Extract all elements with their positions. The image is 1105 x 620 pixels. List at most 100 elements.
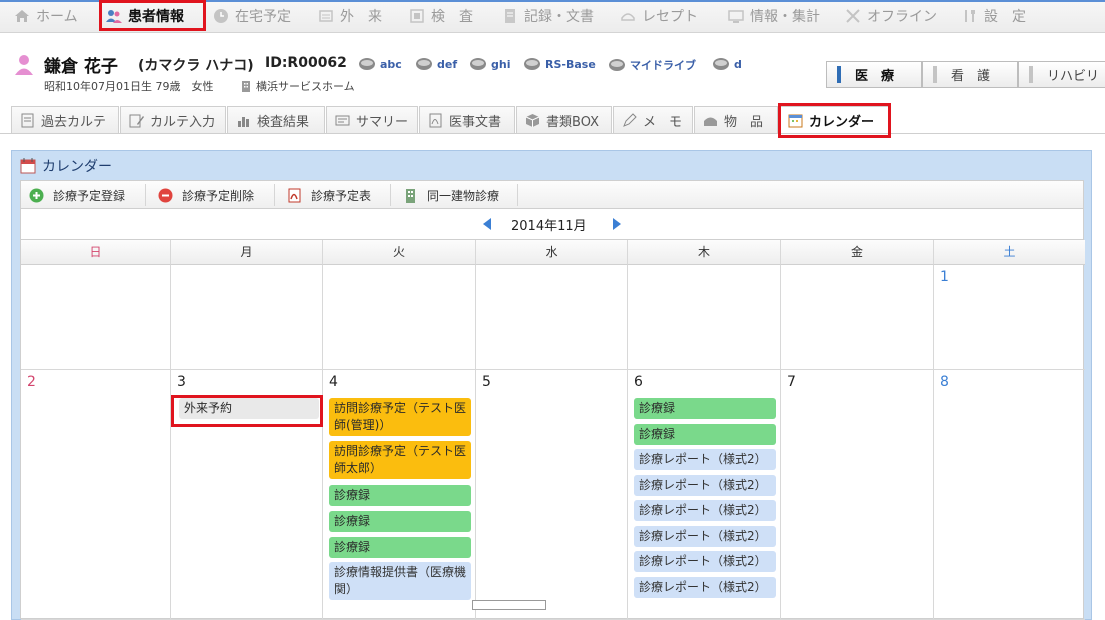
event-visit-schedule[interactable]: 訪問診療予定（テスト医師太郎）	[329, 441, 471, 479]
highlight-calendar-tab	[778, 103, 891, 138]
day-cell[interactable]: 4 訪問診療予定（テスト医師(管理)） 訪問診療予定（テスト医師太郎） 診療録 …	[323, 370, 476, 620]
event-medical-report[interactable]: 診療レポート（様式2）	[634, 449, 776, 470]
event-medical-report[interactable]: 診療レポート（様式2）	[634, 551, 776, 572]
event-medical-record[interactable]: 診療録	[329, 511, 471, 532]
nav-home-label: ホーム	[36, 9, 78, 25]
tag-my-drive[interactable]: マイドライブ	[608, 57, 696, 73]
building-icon	[406, 188, 415, 203]
tab-medical-docs[interactable]: 医事文書	[419, 106, 515, 133]
bar-chart-icon	[238, 116, 249, 127]
dept-rehab[interactable]: リハビリ	[1018, 61, 1105, 88]
delete-schedule-button[interactable]: 診療予定削除	[158, 181, 254, 209]
event-medical-report[interactable]: 診療レポート（様式2）	[634, 577, 776, 598]
day-cell[interactable]	[21, 265, 171, 370]
weekday-fri: 金	[781, 240, 934, 265]
prev-month-button[interactable]	[483, 218, 491, 230]
tag-label: def	[437, 57, 458, 71]
weekday-tue: 火	[323, 240, 476, 265]
tag-label: RS-Base	[545, 57, 596, 71]
nav-offline[interactable]: オフライン	[845, 5, 937, 27]
tab-chart-input[interactable]: カルテ入力	[120, 106, 226, 133]
tag-label: d	[734, 57, 742, 71]
tab-summary[interactable]: サマリー	[326, 106, 418, 133]
dept-nursing[interactable]: 看 護	[922, 61, 1018, 88]
day-cell[interactable]: 5	[476, 370, 628, 620]
box-icon	[525, 113, 540, 127]
building-icon	[242, 81, 250, 92]
tag-rs-base[interactable]: RS-Base	[523, 57, 596, 71]
tab-past-chart[interactable]: 過去カルテ	[11, 106, 119, 133]
day-number: 5	[482, 374, 491, 390]
nav-test[interactable]: 検 査	[409, 5, 473, 27]
tag-abc[interactable]: abc	[358, 57, 402, 71]
toolbar-divider	[274, 184, 275, 206]
day-cell[interactable]: 7	[781, 370, 934, 620]
tab-doc-box[interactable]: 書類BOX	[516, 106, 612, 133]
day-cell[interactable]: 1	[934, 265, 1085, 370]
patient-kana: (カマクラ ハナコ)	[138, 58, 254, 74]
highlight-outpatient-event	[171, 395, 323, 427]
clock-icon	[214, 9, 228, 23]
event-medical-record[interactable]: 診療録	[634, 424, 776, 445]
day-cell[interactable]	[781, 265, 934, 370]
calendar-toolbar: 診療予定登録 診療予定削除 診療予定表 同一建物診療	[20, 180, 1084, 209]
event-medical-report[interactable]: 診療レポート（様式2）	[634, 475, 776, 496]
nav-receipt-label: レセプト	[642, 9, 698, 25]
nav-records[interactable]: 記録・文書	[502, 5, 594, 27]
nav-info-stats-label: 情報・集計	[750, 9, 820, 25]
patient-name: 鎌倉 花子	[44, 57, 118, 77]
day-cell[interactable]: 6 診療録 診療録 診療レポート（様式2） 診療レポート（様式2） 診療レポート…	[628, 370, 781, 620]
tag-def[interactable]: def	[415, 57, 457, 71]
same-building-button[interactable]: 同一建物診療	[403, 181, 499, 209]
tag-label: ghi	[491, 57, 511, 71]
tag-ghi[interactable]: ghi	[469, 57, 510, 71]
day-number: 1	[940, 269, 949, 285]
tab-label: カルテ入力	[150, 114, 216, 130]
next-month-button[interactable]	[613, 218, 621, 230]
nav-home-visit-label: 在宅予定	[235, 9, 291, 25]
nav-outpatient-label: 外 来	[340, 9, 382, 25]
dept-medical[interactable]: 医 療	[826, 61, 922, 88]
patient-avatar-icon	[15, 55, 33, 75]
day-cell[interactable]	[171, 265, 323, 370]
day-cell[interactable]	[323, 265, 476, 370]
tab-goods[interactable]: 物 品	[694, 106, 778, 133]
nav-settings[interactable]: 設 定	[962, 5, 1026, 27]
tag-d[interactable]: d	[712, 57, 742, 71]
patient-facility-name: 横浜サービスホーム	[256, 80, 355, 93]
nav-outpatient[interactable]: 外 来	[318, 5, 382, 27]
day-cell[interactable]	[476, 265, 628, 370]
event-medical-report[interactable]: 診療レポート（様式2）	[634, 500, 776, 521]
toolbar-divider	[145, 184, 146, 206]
nav-test-label: 検 査	[431, 9, 473, 25]
home-icon	[15, 10, 29, 22]
event-medical-record[interactable]: 診療録	[329, 485, 471, 506]
tab-label: 医事文書	[449, 114, 502, 130]
schedule-table-button[interactable]: 診療予定表	[287, 181, 371, 209]
calendar-icon	[20, 158, 36, 174]
nav-receipt[interactable]: レセプト	[620, 5, 698, 27]
day-cell[interactable]: 2	[21, 370, 171, 620]
day-cell[interactable]	[628, 265, 781, 370]
button-label: 同一建物診療	[427, 188, 500, 203]
calendar-panel: カレンダー 診療予定登録 診療予定削除 診療予定表 同一建物診療 2014年11…	[11, 150, 1092, 620]
nav-info-stats[interactable]: 情報・集計	[728, 5, 820, 27]
event-medical-record[interactable]: 診療録	[634, 398, 776, 419]
event-referral-letter[interactable]: 診療情報提供書（医療機関）	[329, 562, 471, 600]
nav-home[interactable]: ホーム	[14, 5, 78, 27]
tab-memo[interactable]: メ モ	[613, 106, 693, 133]
dept-indicator	[1029, 66, 1033, 83]
add-circle-icon	[29, 188, 44, 202]
drive-icon	[713, 58, 729, 70]
register-schedule-button[interactable]: 診療予定登録	[29, 181, 125, 209]
event-visit-schedule[interactable]: 訪問診療予定（テスト医師(管理)）	[329, 398, 471, 436]
event-medical-record[interactable]: 診療録	[329, 537, 471, 558]
tab-label: 検査結果	[257, 114, 310, 130]
tag-label: abc	[380, 57, 402, 71]
nav-home-visit[interactable]: 在宅予定	[213, 5, 291, 27]
tab-test-results[interactable]: 検査結果	[227, 106, 325, 133]
patient-id: ID:R00062	[265, 55, 347, 71]
toolbar-divider	[390, 184, 391, 206]
day-cell[interactable]: 8	[934, 370, 1085, 620]
event-medical-report[interactable]: 診療レポート（様式2）	[634, 526, 776, 547]
